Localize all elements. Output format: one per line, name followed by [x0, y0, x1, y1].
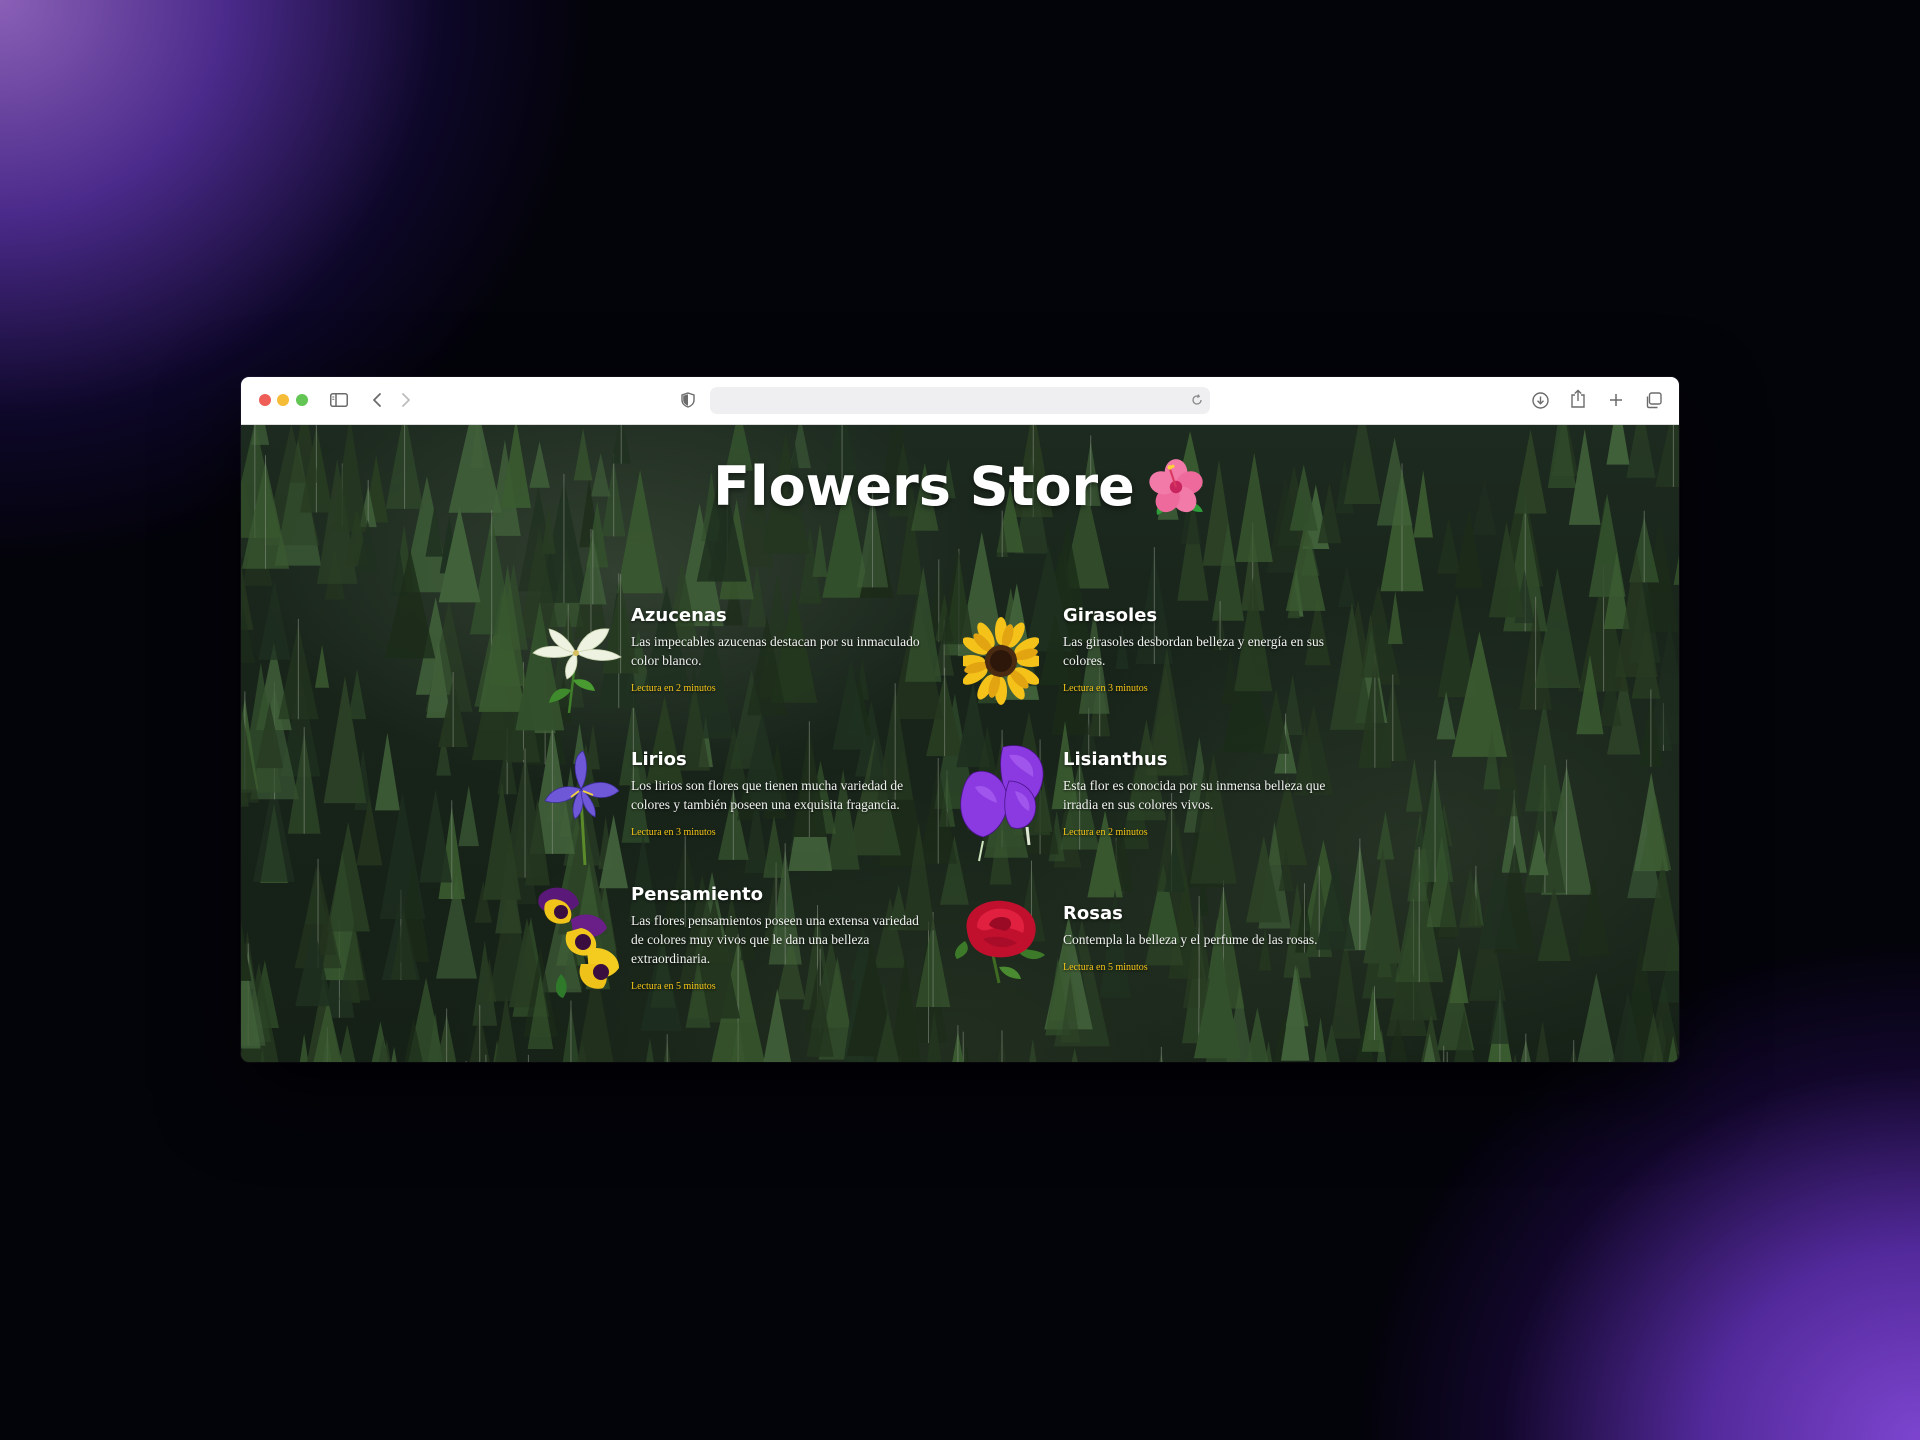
tree-shape	[1449, 946, 1469, 1004]
flower-card-girasoles[interactable]: Girasoles Las girasoles desbordan bellez…	[953, 605, 1324, 725]
tree-shape	[378, 1038, 388, 1062]
tree-shape	[1524, 698, 1564, 812]
read-time-link[interactable]: Lectura en 2 minutos	[631, 683, 716, 694]
forward-icon[interactable]	[399, 391, 413, 409]
read-time-link[interactable]: Lectura en 5 minutos	[631, 981, 716, 992]
tree-shape	[258, 579, 291, 660]
new-tab-icon[interactable]	[1607, 391, 1625, 409]
white-lily-icon	[532, 628, 622, 714]
flower-card-azucenas[interactable]: Azucenas Las impecables azucenas destaca…	[531, 605, 920, 725]
iris-icon	[544, 750, 620, 866]
card-title: Rosas	[1063, 903, 1123, 924]
tree-shape	[1387, 591, 1403, 644]
address-bar[interactable]	[710, 387, 1210, 414]
page-content: Flowers Store Azucenas Las impecables az…	[241, 425, 1679, 1062]
tree-shape	[1535, 1021, 1550, 1062]
browser-toolbar	[241, 377, 1679, 425]
flower-card-pensamiento[interactable]: Pensamiento Las flores pensamientos pose…	[531, 884, 919, 1004]
card-title: Lirios	[631, 749, 687, 770]
minimize-window-button[interactable]	[277, 394, 289, 406]
card-title: Lisianthus	[1063, 749, 1168, 770]
card-description: Contempla la belleza y el perfume de las…	[1063, 932, 1318, 947]
read-time-link[interactable]: Lectura en 3 minutos	[631, 827, 716, 838]
tree-shape	[1405, 758, 1423, 812]
tree-shape	[1363, 848, 1403, 964]
flower-card-lisianthus[interactable]: Lisianthus Esta flor es conocida por su …	[953, 745, 1325, 869]
card-title: Pensamiento	[631, 884, 763, 905]
shield-icon	[679, 391, 697, 409]
tree-shape	[314, 644, 330, 688]
page-title: Flowers Store	[241, 455, 1679, 518]
back-icon[interactable]	[370, 391, 384, 409]
rose-icon	[955, 900, 1045, 984]
sunflower-icon	[963, 617, 1039, 705]
card-title: Girasoles	[1063, 605, 1158, 626]
flower-card-lirios[interactable]: Lirios Los lirios son flores que tienen …	[531, 749, 903, 869]
tree-shape	[812, 523, 828, 577]
read-time-link[interactable]: Lectura en 3 minutos	[1063, 683, 1148, 694]
tree-shape	[646, 1038, 654, 1062]
zoom-window-button[interactable]	[296, 394, 308, 406]
card-description: Las flores pensamientos poseen una exten…	[631, 913, 919, 966]
tree-shape	[1437, 518, 1461, 574]
browser-window: Flowers Store Azucenas Las impecables az…	[241, 377, 1679, 1062]
tree-shape	[1337, 566, 1356, 607]
card-description: Las girasoles desbordan belleza y energí…	[1063, 634, 1325, 668]
tree-shape	[1376, 811, 1395, 860]
download-icon[interactable]	[1531, 391, 1549, 409]
read-time-link[interactable]: Lectura en 2 minutos	[1063, 827, 1148, 838]
card-description: Los lirios son flores que tienen mucha v…	[631, 778, 904, 812]
tree-shape	[374, 732, 400, 811]
sidebar-icon[interactable]	[329, 391, 349, 409]
card-title: Azucenas	[631, 605, 727, 626]
pansy-icon	[538, 887, 619, 998]
flower-card-rosas[interactable]: Rosas Contempla la belleza y el perfume …	[953, 900, 1318, 1013]
tree-shape	[1537, 885, 1571, 961]
page-title-text: Flowers Store	[713, 455, 1135, 518]
tree-shape	[1071, 1047, 1078, 1062]
close-window-button[interactable]	[259, 394, 271, 406]
tree-shape	[458, 785, 479, 847]
tree-shape	[419, 788, 452, 883]
tree-shape	[1577, 973, 1616, 1062]
tree-shape	[1246, 1007, 1269, 1062]
hibiscus-icon	[1149, 458, 1203, 515]
card-description: Esta flor es conocida por su inmensa bel…	[1063, 778, 1326, 812]
reload-icon[interactable]	[1190, 393, 1204, 407]
read-time-link[interactable]: Lectura en 5 minutos	[1063, 962, 1148, 973]
tree-shape	[1029, 1038, 1037, 1062]
tabs-overview-icon[interactable]	[1644, 391, 1662, 409]
tree-shape	[1436, 691, 1456, 740]
card-description: Las impecables azucenas destacan por su …	[631, 634, 920, 668]
share-icon[interactable]	[1569, 389, 1587, 409]
lisianthus-icon	[960, 745, 1044, 862]
